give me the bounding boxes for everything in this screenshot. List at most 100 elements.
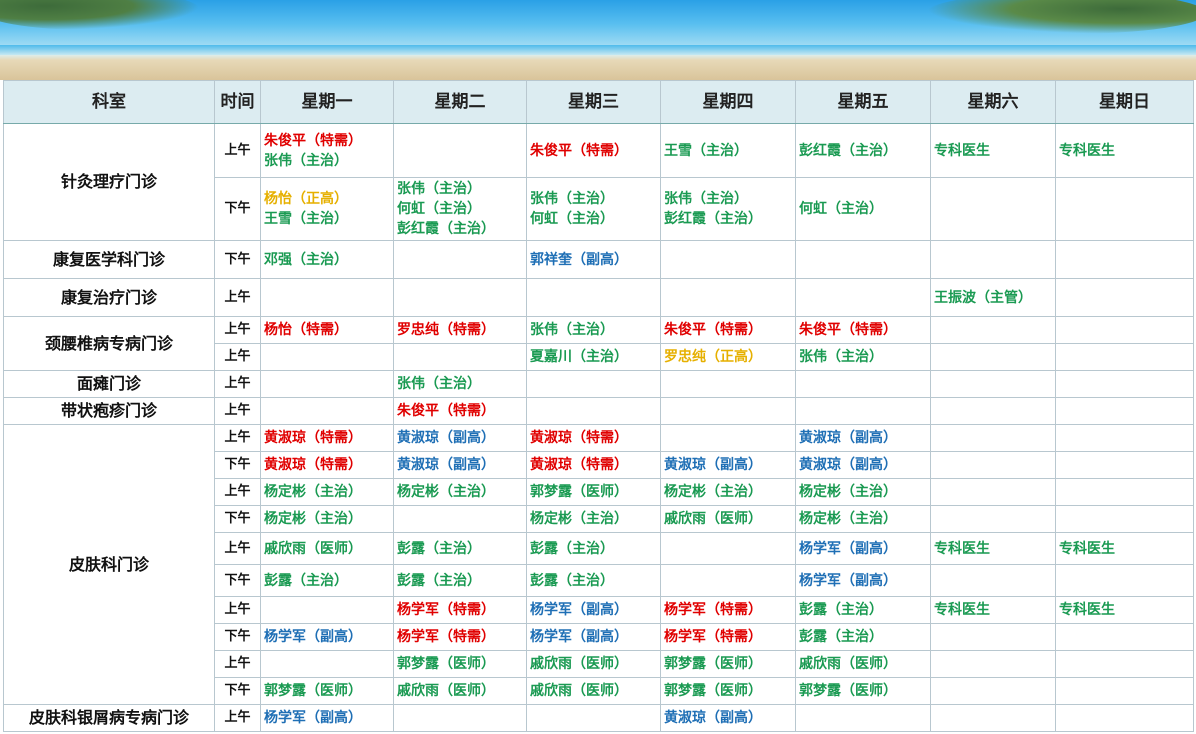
- doctor-entry: 彭露（主治）: [530, 540, 614, 557]
- doctor-entry: 杨学军（副高）: [799, 572, 897, 589]
- time-cell: 上午: [214, 704, 261, 732]
- doctor-cell: [393, 343, 527, 371]
- doctor-entry: 郭祥奎（副高）: [530, 251, 628, 268]
- doctor-cell: 戚欣雨（医师）: [795, 650, 931, 678]
- doctor-cell: 杨定彬（主治）: [260, 478, 394, 506]
- schedule-body: 针灸理疗门诊 上午 朱俊平（特需） 张伟（主治） 朱俊平（特需） 王雪（主治） 彭红霞（主治…: [3, 123, 1194, 732]
- doctor-entry: 张伟（主治）: [397, 376, 481, 392]
- doctor-entry: 杨学军（副高）: [530, 602, 628, 618]
- header-sun: 星期日: [1055, 80, 1194, 124]
- doctor-entry: 王雪（主治）: [664, 142, 748, 159]
- doctor-entry: 何虹（主治）: [530, 211, 614, 227]
- doctor-cell: 专科医生: [930, 532, 1056, 565]
- doctor-cell: 黄淑琼（特需）: [526, 451, 661, 479]
- table-row: 面瘫门诊 上午 张伟（主治）: [3, 370, 1194, 398]
- doctor-cell: 杨学军（特需）: [660, 596, 796, 624]
- doctor-cell: 彭露（主治）: [795, 596, 931, 624]
- doctor-cell: [1055, 343, 1194, 371]
- doctor-cell: 黄淑琼（副高）: [660, 704, 796, 732]
- doctor-entry: 彭露（主治）: [530, 572, 614, 589]
- doctor-entry: 戚欣雨（医师）: [530, 683, 628, 699]
- doctor-cell: 黄淑琼（特需）: [260, 451, 394, 479]
- doctor-cell: [930, 424, 1056, 452]
- doctor-cell: 朱俊平（特需）: [795, 316, 931, 344]
- doctor-cell: 朱俊平（特需） 张伟（主治）: [260, 123, 394, 178]
- table-row: 皮肤科银屑病专病门诊 上午 杨学军（副高） 黄淑琼（副高）: [3, 704, 1194, 732]
- doctor-cell: [1055, 650, 1194, 678]
- doctor-entry: 黄淑琼（特需）: [530, 457, 628, 473]
- doctor-entry: 专科医生: [1059, 142, 1115, 159]
- doctor-entry: 杨定彬（主治）: [264, 484, 362, 500]
- doctor-cell: [1055, 278, 1194, 317]
- doctor-entry: 戚欣雨（医师）: [264, 540, 362, 557]
- doctor-cell: 杨学军（特需）: [393, 596, 527, 624]
- doctor-cell: 专科医生: [930, 596, 1056, 624]
- doctor-cell: 何虹（主治）: [795, 177, 931, 241]
- doctor-cell: 杨怡（正高） 王雪（主治）: [260, 177, 394, 241]
- doctor-cell: 黄淑琼（特需）: [260, 424, 394, 452]
- doctor-entry: 杨学军（特需）: [397, 602, 495, 618]
- doctor-entry: 戚欣雨（医师）: [664, 511, 762, 527]
- doctor-cell: 杨学军（副高）: [260, 623, 394, 651]
- doctor-entry: 杨定彬（主治）: [264, 511, 362, 527]
- doctor-cell: [393, 123, 527, 178]
- doctor-entry: 王雪（主治）: [264, 211, 348, 227]
- doctor-cell: [930, 677, 1056, 705]
- dept-cell: 面瘫门诊: [3, 370, 215, 398]
- doctor-entry: 王振波（主管）: [934, 289, 1032, 306]
- palm-leaves-left: [0, 0, 200, 30]
- doctor-cell: 黄淑琼（副高）: [393, 424, 527, 452]
- time-cell: 下午: [214, 505, 261, 533]
- time-cell: 上午: [214, 343, 261, 371]
- doctor-entry: 彭红霞（主治）: [397, 221, 495, 237]
- doctor-entry: 杨学军（特需）: [397, 629, 495, 645]
- doctor-entry: 朱俊平（特需）: [664, 322, 762, 338]
- doctor-cell: 杨学军（副高）: [526, 623, 661, 651]
- doctor-entry: 黄淑琼（副高）: [664, 710, 762, 726]
- doctor-entry: 杨学军（副高）: [530, 629, 628, 645]
- doctor-cell: [526, 704, 661, 732]
- doctor-cell: [1055, 424, 1194, 452]
- doctor-cell: 郭梦露（医师）: [526, 478, 661, 506]
- doctor-cell: [1055, 397, 1194, 425]
- doctor-entry: 郭梦露（医师）: [530, 484, 628, 500]
- doctor-cell: 张伟（主治）: [393, 370, 527, 398]
- doctor-entry: 杨学军（特需）: [664, 629, 762, 645]
- header-thu: 星期四: [660, 80, 796, 124]
- time-cell: 上午: [214, 532, 261, 565]
- doctor-entry: 朱俊平（特需）: [799, 322, 897, 338]
- doctor-cell: 杨学军（副高）: [795, 564, 931, 597]
- doctor-cell: [930, 564, 1056, 597]
- doctor-cell: 张伟（主治）: [526, 316, 661, 344]
- time-cell: 上午: [214, 370, 261, 398]
- doctor-cell: [1055, 478, 1194, 506]
- doctor-entry: 彭红霞（主治）: [799, 142, 897, 159]
- doctor-cell: 郭梦露（医师）: [660, 677, 796, 705]
- dept-cell: 皮肤科门诊: [3, 424, 215, 705]
- header-dept: 科室: [3, 80, 215, 124]
- doctor-entry: 黄淑琼（副高）: [799, 457, 897, 473]
- header-fri: 星期五: [795, 80, 931, 124]
- doctor-entry: 张伟（主治）: [530, 322, 614, 338]
- doctor-cell: 杨定彬（主治）: [660, 478, 796, 506]
- doctor-entry: 黄淑琼（特需）: [530, 430, 628, 446]
- doctor-entry: 何虹（主治）: [397, 201, 481, 217]
- doctor-cell: 黄淑琼（副高）: [660, 451, 796, 479]
- doctor-entry: 张伟（主治）: [664, 191, 748, 207]
- doctor-entry: 杨学军（副高）: [264, 710, 362, 726]
- doctor-cell: 彭露（主治）: [393, 564, 527, 597]
- doctor-cell: 黄淑琼（副高）: [795, 424, 931, 452]
- doctor-entry: 何虹（主治）: [799, 201, 883, 217]
- doctor-cell: 彭露（主治）: [260, 564, 394, 597]
- doctor-cell: 罗忠纯（正高）: [660, 343, 796, 371]
- beach-banner: [0, 0, 1196, 80]
- doctor-entry: 专科医生: [934, 602, 990, 618]
- doctor-cell: 戚欣雨（医师）: [526, 650, 661, 678]
- dept-cell: 颈腰椎病专病门诊: [3, 316, 215, 371]
- time-cell: 上午: [214, 650, 261, 678]
- palm-leaves-right: [926, 0, 1196, 34]
- doctor-cell: [660, 564, 796, 597]
- doctor-cell: [526, 278, 661, 317]
- doctor-cell: 戚欣雨（医师）: [393, 677, 527, 705]
- doctor-cell: 张伟（主治） 何虹（主治）: [526, 177, 661, 241]
